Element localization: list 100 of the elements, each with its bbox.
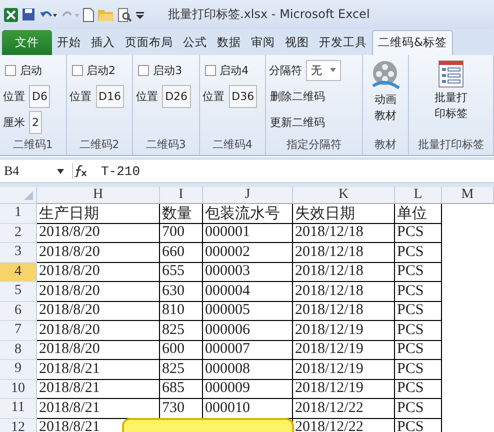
new-document-icon[interactable] — [83, 8, 94, 22]
ribbon-tab[interactable]: 页面布局 — [120, 31, 178, 55]
list-icon — [438, 60, 464, 88]
field-label: 位置 — [136, 88, 158, 104]
table-cell: 630 — [162, 282, 184, 300]
dropdown-value: 无 — [311, 62, 322, 78]
function-icon[interactable] — [73, 165, 87, 177]
row-header[interactable]: 10 — [0, 380, 37, 399]
ribbon-tab[interactable]: 数据 — [212, 31, 246, 55]
column-header[interactable]: H — [37, 187, 160, 204]
table-cell: 2018/8/20 — [39, 341, 100, 358]
checkbox-label: 启动3 — [153, 62, 182, 78]
ribbon-button[interactable]: 动画教材 — [373, 92, 398, 124]
group-label: 指定分隔符 — [286, 137, 343, 153]
input-field[interactable]: 2 — [29, 110, 42, 134]
table-cell: 2018/12/19 — [295, 341, 364, 358]
table-cell: 600 — [162, 341, 184, 358]
name-box[interactable]: B4 — [0, 163, 73, 179]
checkbox[interactable] — [72, 64, 83, 76]
checkbox-label: 启动4 — [220, 62, 249, 78]
field-label: 位置 — [70, 88, 92, 104]
table-cell-text: 单位 — [397, 204, 427, 223]
table-cell: PCS — [397, 322, 424, 339]
checkbox[interactable] — [5, 64, 16, 76]
table-cell: 2018/12/18 — [295, 282, 364, 300]
row-header[interactable]: 4 — [0, 262, 37, 282]
table-cell: 000006 — [205, 322, 250, 339]
checkbox[interactable] — [138, 64, 150, 76]
row-header[interactable]: 9 — [0, 360, 37, 380]
group-label: 教材 — [374, 137, 396, 153]
caret-icon — [330, 68, 336, 72]
ribbon-tab[interactable]: 开发工具 — [314, 31, 372, 55]
row-header[interactable]: 1 — [0, 204, 37, 224]
table-cell: 730 — [162, 400, 184, 417]
input-field[interactable]: D26 — [162, 84, 191, 108]
print-preview-icon[interactable] — [118, 8, 132, 22]
row-header[interactable]: 11 — [0, 399, 37, 418]
customize-icon[interactable] — [136, 10, 144, 20]
column-header[interactable]: K — [293, 187, 395, 204]
table-cell: 2018/12/22 — [295, 400, 364, 417]
caret-icon — [57, 168, 64, 174]
ribbon-button[interactable]: 批量打印标签 — [432, 90, 469, 122]
column-header[interactable]: L — [395, 187, 442, 204]
table-cell: 2018/8/21 — [39, 419, 100, 432]
ribbon-button[interactable]: 删除二维码 — [269, 88, 326, 104]
ribbon-tab[interactable]: 二维码&标签 — [372, 30, 453, 55]
table-cell: 655 — [162, 263, 184, 280]
save-icon[interactable] — [22, 8, 35, 21]
row-header[interactable]: 8 — [0, 340, 37, 360]
table-cell: 825 — [162, 322, 184, 339]
select-all-icon[interactable] — [24, 191, 33, 200]
checkbox[interactable] — [204, 64, 216, 76]
table-cell: 2018/12/22 — [295, 419, 364, 432]
input-field[interactable]: D6 — [29, 84, 50, 108]
ribbon-tab[interactable]: 公式 — [178, 31, 212, 55]
table-cell: PCS — [397, 282, 424, 300]
field-label: 位置 — [202, 88, 225, 104]
table-cell: 2018/8/20 — [39, 263, 100, 280]
ribbon-tab[interactable]: 审阅 — [246, 31, 280, 55]
ribbon-tab[interactable]: 开始 — [52, 31, 86, 55]
table-cell: 2018/12/19 — [295, 322, 364, 339]
row-header[interactable]: 5 — [0, 282, 37, 302]
group-label: 二维码1 — [12, 137, 54, 153]
row-header[interactable]: 2 — [0, 224, 37, 243]
table-cell: 2018/8/20 — [39, 302, 100, 320]
table-cell: 2018/12/19 — [295, 360, 364, 378]
row-header[interactable]: 12 — [0, 418, 37, 432]
table-cell: 2018/8/21 — [39, 400, 100, 417]
group-label: 二维码3 — [144, 137, 187, 153]
table-cell: 000010 — [205, 400, 250, 417]
ribbon-button[interactable]: 更新二维码 — [269, 114, 326, 130]
table-cell: 2018/8/21 — [39, 360, 100, 378]
column-header[interactable]: M — [442, 187, 494, 204]
table-cell: 2018/12/19 — [295, 380, 364, 398]
checkbox-label: 启动2 — [86, 62, 116, 78]
table-cell: 2018/8/20 — [39, 322, 100, 339]
column-header[interactable]: I — [160, 187, 203, 204]
file-tab[interactable]: 文件 — [2, 30, 52, 55]
formula-field[interactable]: T-210 — [101, 164, 140, 178]
film-reel-icon — [370, 60, 400, 90]
dropdown-label: 分隔符 — [269, 62, 302, 78]
table-cell-text: 数量 — [162, 204, 192, 223]
field-label: 位置 — [3, 88, 25, 104]
column-header[interactable]: J — [203, 187, 293, 204]
row-header[interactable]: 6 — [0, 302, 37, 321]
table-cell: 810 — [162, 302, 184, 320]
table-cell: 685 — [162, 380, 184, 398]
name-box-value: B4 — [4, 163, 20, 179]
field-label: 厘米 — [3, 114, 25, 130]
input-field[interactable]: D16 — [96, 84, 124, 108]
table-cell: PCS — [397, 341, 424, 358]
row-header[interactable]: 7 — [0, 321, 37, 340]
table-cell: 2018/12/18 — [295, 263, 364, 280]
ribbon-tab[interactable]: 视图 — [280, 31, 314, 55]
input-field[interactable]: D36 — [228, 84, 258, 108]
ribbon-tab[interactable]: 插入 — [86, 31, 120, 55]
table-cell: 000007 — [205, 341, 250, 358]
dropdown[interactable]: 无 — [306, 60, 342, 80]
table-cell: PCS — [397, 224, 424, 242]
row-header[interactable]: 3 — [0, 243, 37, 262]
